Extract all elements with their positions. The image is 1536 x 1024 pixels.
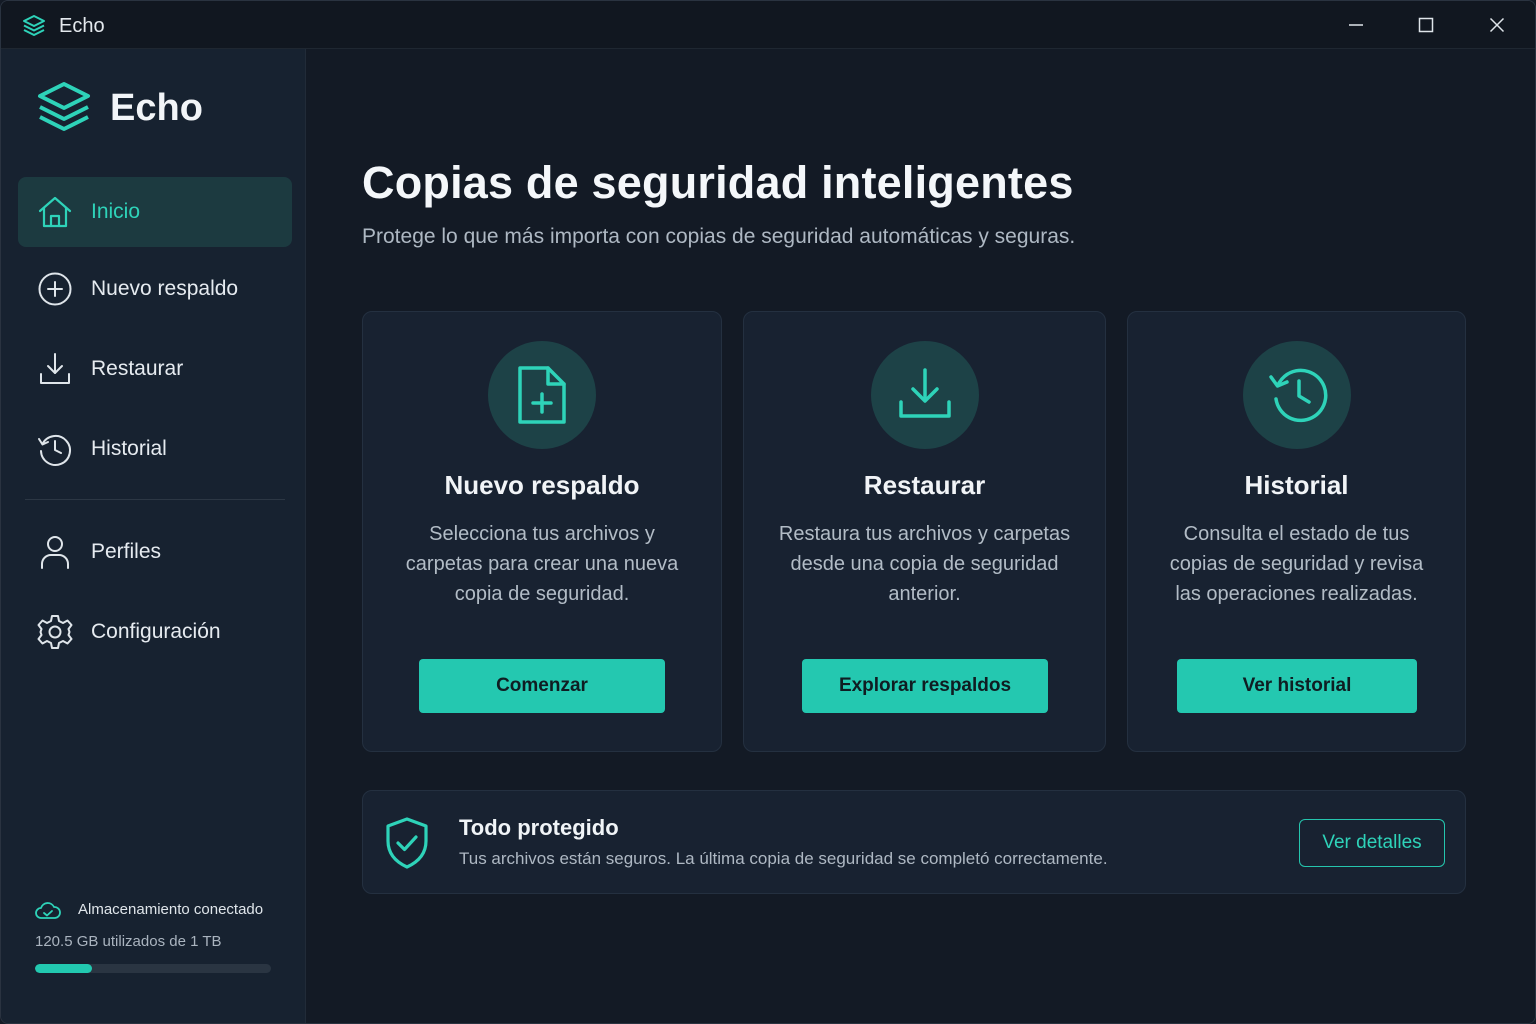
sidebar-item-label: Inicio [91, 200, 141, 223]
view-details-button[interactable]: Ver detalles [1299, 819, 1445, 867]
sidebar-divider [25, 499, 285, 500]
page-title: Copias de seguridad inteligentes [362, 157, 1074, 208]
minimize-icon [1349, 24, 1363, 26]
status-description: Tus archivos están seguros. La última co… [459, 849, 1108, 868]
storage-detail: 120.5 GB utilizados de 1 TB [35, 933, 222, 950]
sidebar-item-configuracion[interactable]: Configuración [18, 597, 292, 667]
sidebar-item-label: Historial [91, 437, 167, 460]
close-button[interactable] [1462, 1, 1532, 49]
card-nuevo-respaldo: Nuevo respaldo Selecciona tus archivos y… [362, 311, 722, 752]
minimize-button[interactable] [1321, 1, 1391, 49]
history-icon [1269, 368, 1328, 423]
storage-progress-bar [35, 964, 271, 973]
download-icon [40, 353, 70, 384]
plus-circle-icon [38, 272, 72, 306]
status-panel: Todo protegido Tus archivos están seguro… [362, 790, 1466, 894]
sidebar-item-perfiles[interactable]: Perfiles [18, 517, 292, 587]
storage-progress-fill [35, 964, 92, 973]
page-subtitle: Protege lo que más importa con copias de… [362, 225, 1076, 248]
start-backup-button[interactable]: Comenzar [419, 659, 665, 713]
sidebar-item-label: Perfiles [91, 540, 162, 563]
window-title: Echo [59, 15, 105, 37]
sidebar-item-label: Configuración [91, 620, 221, 643]
card-title: Restaurar [863, 470, 986, 500]
history-icon [38, 434, 71, 466]
cloud-icon [35, 902, 61, 919]
card-description: Consulta el estado de tus copias de segu… [1169, 523, 1424, 605]
maximize-icon [1418, 17, 1434, 33]
card-description: Selecciona tus archivos y carpetas para … [405, 523, 679, 605]
card-restaurar: Restaurar Restaura tus archivos y carpet… [743, 311, 1106, 752]
card-title: Nuevo respaldo [444, 470, 640, 500]
card-icon-circle [488, 341, 596, 449]
shield-check-icon [386, 817, 428, 869]
echo-logo-icon [38, 82, 90, 131]
app-logo-icon [23, 15, 45, 36]
status-title: Todo protegido [459, 815, 619, 840]
sidebar-item-restaurar[interactable]: Restaurar [18, 334, 292, 404]
view-history-button[interactable]: Ver historial [1177, 659, 1417, 713]
sidebar-item-label: Nuevo respaldo [91, 277, 239, 300]
main-content: Copias de seguridad inteligentes Protege… [307, 49, 1535, 1023]
close-icon [1489, 17, 1505, 33]
card-description: Restaura tus archivos y carpetas desde u… [778, 523, 1071, 605]
user-icon [41, 536, 69, 569]
card-icon-circle [871, 341, 979, 449]
sidebar-item-nuevo-respaldo[interactable]: Nuevo respaldo [18, 254, 292, 324]
storage-title: Almacenamiento conectado [78, 901, 264, 918]
sidebar-item-label: Restaurar [91, 357, 184, 380]
explore-backups-button[interactable]: Explorar respaldos [802, 659, 1048, 713]
home-icon [38, 196, 72, 228]
card-icon-circle [1243, 341, 1351, 449]
file-plus-icon [518, 366, 566, 424]
gear-icon [37, 615, 73, 649]
sidebar: Echo Inicio Nuevo respaldo Restaurar His… [1, 49, 306, 1023]
maximize-button[interactable] [1391, 1, 1461, 49]
sidebar-item-inicio[interactable]: Inicio [18, 177, 292, 247]
card-title: Historial [1244, 470, 1349, 500]
app-window: Echo Echo Inicio Nuevo respaldo Restaura… [0, 0, 1536, 1024]
title-bar: Echo [1, 1, 1535, 49]
sidebar-item-historial[interactable]: Historial [18, 414, 292, 484]
download-icon [899, 368, 951, 418]
logo-text: Echo [110, 87, 203, 129]
card-historial: Historial Consulta el estado de tus copi… [1127, 311, 1466, 752]
